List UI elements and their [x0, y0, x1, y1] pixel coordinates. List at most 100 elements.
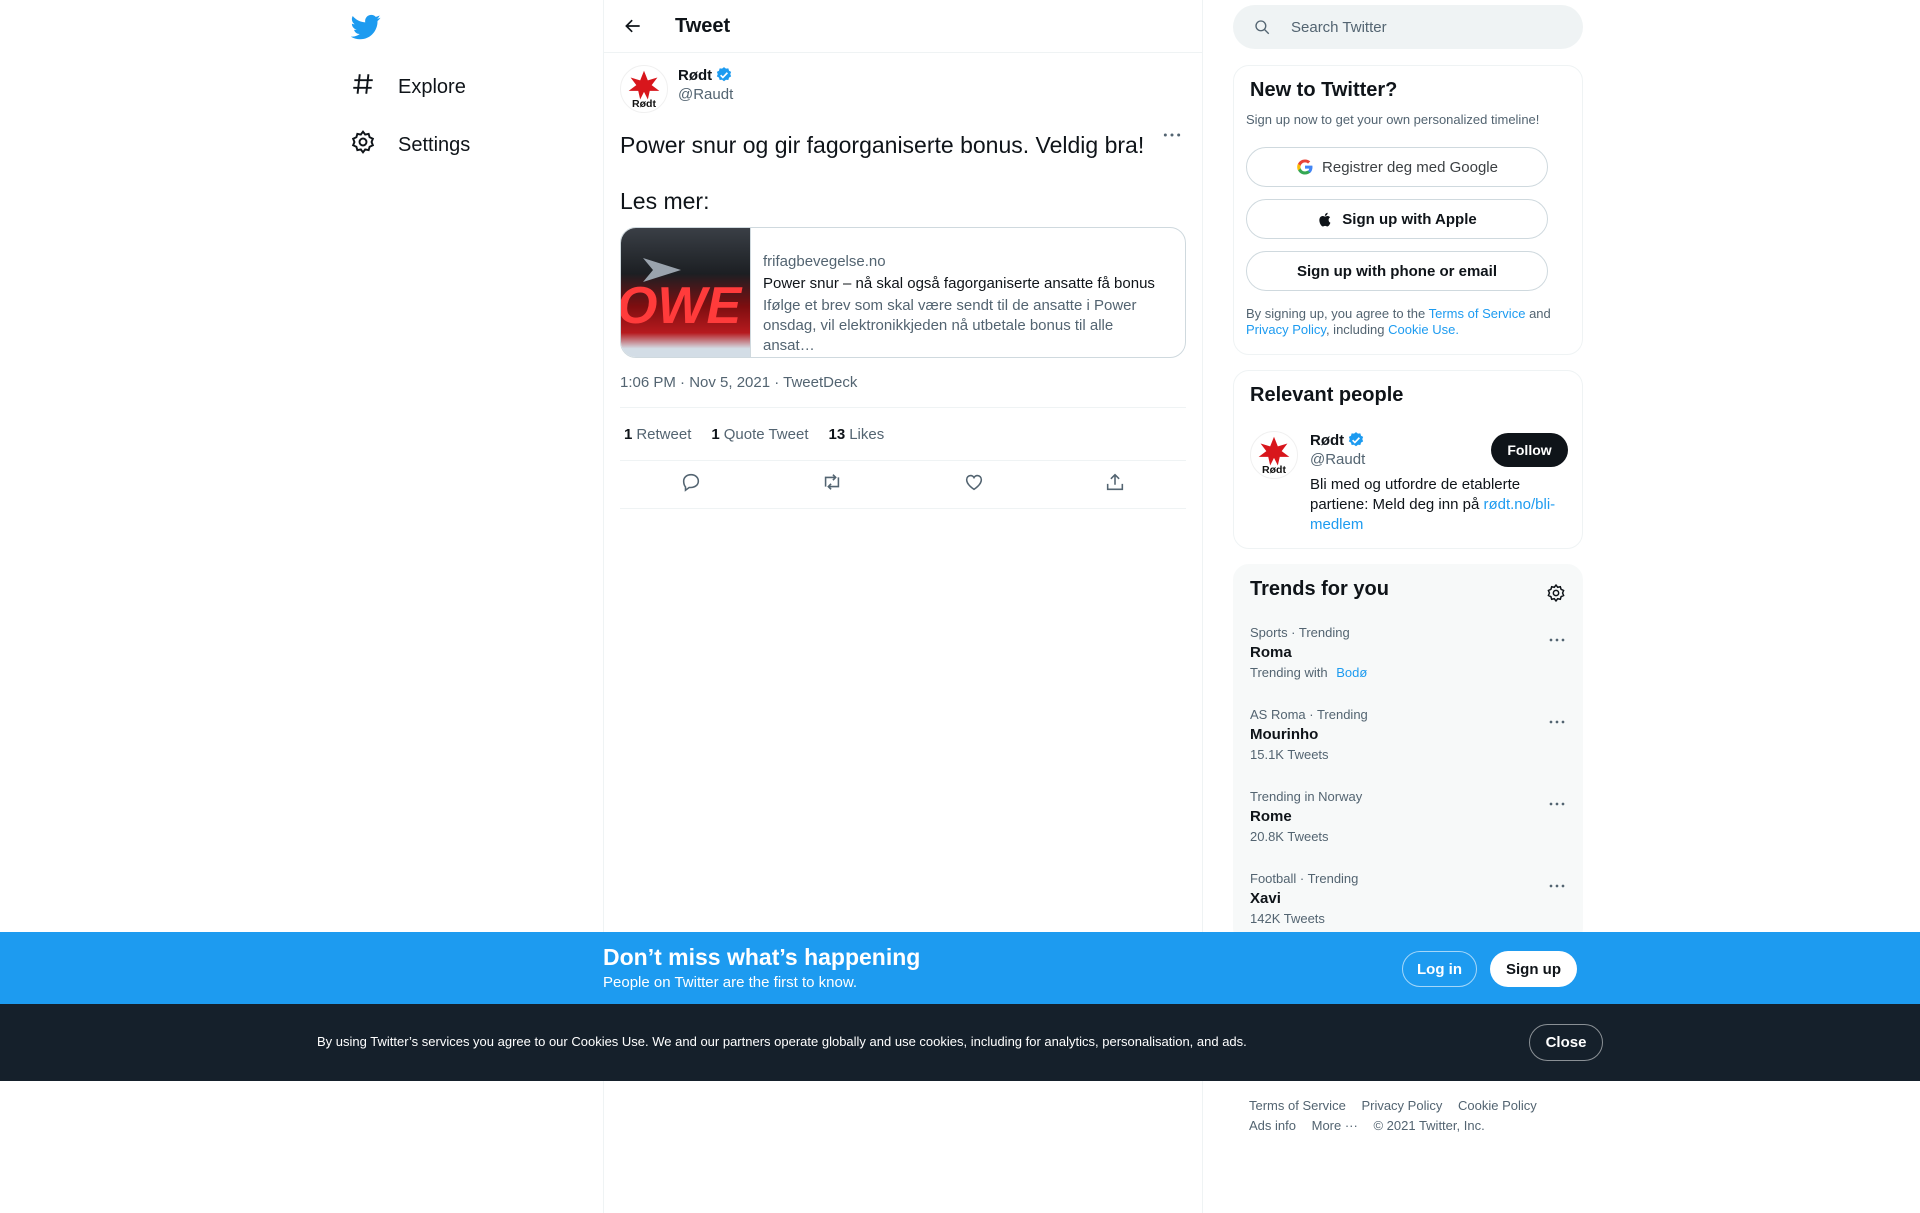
like-heart-icon[interactable] [963, 471, 985, 498]
search-icon [1255, 20, 1270, 35]
footer-links: Terms of Service Privacy Policy Cookie P… [1249, 1096, 1579, 1136]
legal-and: and [1529, 306, 1551, 321]
search-bar[interactable] [1233, 5, 1583, 49]
trends-settings-gear-icon[interactable] [1546, 583, 1566, 603]
footer-cookie-link[interactable]: Cookie Policy [1458, 1098, 1537, 1113]
quotes-count: 1 [711, 425, 720, 443]
quotes-stat[interactable]: 1 Quote Tweet [711, 426, 808, 443]
hashtag-icon [350, 71, 376, 103]
person-bio: Bli med og utfordre de etablerte partien… [1310, 475, 1568, 535]
author-name[interactable]: Rødt [678, 66, 733, 84]
likes-count: 13 [828, 425, 846, 443]
author-handle[interactable]: @Raudt [678, 86, 733, 103]
email-signup-button[interactable]: Sign up with phone or email [1246, 251, 1548, 291]
tweet-author: Rødt Rødt @Raudt [620, 65, 1186, 115]
new-to-twitter-box: New to Twitter? Sign up now to get your … [1233, 65, 1583, 355]
search-input[interactable] [1291, 18, 1490, 36]
cookie-consent-text: By using Twitter’s services you agree to… [317, 1034, 1247, 1049]
legal-including: , including [1325, 322, 1385, 337]
signup-legal-text: By signing up, you agree to the Terms of… [1246, 306, 1566, 338]
cookie-use-link[interactable]: Cookie Use. [1388, 322, 1459, 337]
card-image-text: OWE [621, 277, 743, 335]
email-signup-label: Sign up with phone or email [1296, 262, 1497, 280]
person-handle: @Raudt [1310, 451, 1366, 468]
share-icon[interactable] [1104, 471, 1126, 498]
new-to-twitter-subtitle: Sign up now to get your own personalized… [1246, 112, 1540, 127]
trend-meta: AS Roma · Trending [1250, 707, 1368, 722]
banner-title: Don’t miss what’s happening [603, 944, 921, 970]
signup-button[interactable]: Sign up [1490, 951, 1577, 987]
more-options-icon[interactable] [1548, 794, 1568, 806]
avatar-logo-text: Rødt [632, 98, 656, 110]
cookie-close-button[interactable]: Close [1529, 1024, 1603, 1061]
trend-meta: Football · Trending [1250, 871, 1359, 886]
retweet-icon[interactable] [821, 471, 843, 498]
tweet: Rødt Rødt @Raudt Power snur og gir fagor… [604, 53, 1202, 509]
google-signup-button[interactable]: Registrer deg med Google [1246, 147, 1548, 187]
tweet-stats: 1 Retweet 1 Quote Tweet 13 Likes [620, 408, 1186, 461]
person-name-text: Rødt [1310, 431, 1345, 449]
more-options-icon[interactable] [1548, 712, 1568, 724]
more-options-icon[interactable] [1548, 630, 1568, 642]
relevant-people-title: Relevant people [1250, 384, 1404, 406]
retweets-label: Retweet [636, 425, 692, 443]
link-card-image: OWE [621, 228, 751, 357]
footer-privacy-link[interactable]: Privacy Policy [1361, 1098, 1442, 1113]
reply-icon[interactable] [680, 471, 702, 498]
trend-item[interactable]: Trending in Norway Rome 20.8K Tweets [1250, 789, 1568, 844]
nav-explore[interactable]: Explore [350, 63, 466, 111]
follow-button[interactable]: Follow [1491, 433, 1568, 467]
likes-stat[interactable]: 13 Likes [829, 426, 885, 443]
new-to-twitter-title: New to Twitter? [1250, 79, 1398, 101]
apple-signup-label: Sign up with Apple [1342, 210, 1477, 228]
quotes-label: Quote Tweet [723, 425, 809, 443]
trend-item[interactable]: AS Roma · Trending Mourinho 15.1K Tweets [1250, 707, 1568, 762]
page-title: Tweet [675, 14, 731, 37]
trend-meta: Trending in Norway [1250, 789, 1363, 804]
back-arrow-icon[interactable] [616, 9, 650, 43]
google-signup-label: Registrer deg med Google [1322, 158, 1498, 176]
footer-terms-link[interactable]: Terms of Service [1249, 1098, 1346, 1113]
footer-more-link[interactable]: More ··· [1312, 1118, 1358, 1133]
nav-settings[interactable]: Settings [350, 121, 470, 169]
retweets-stat[interactable]: 1 Retweet [624, 426, 691, 443]
gear-icon [350, 129, 376, 161]
tweet-timestamp[interactable]: 1:06 PM · Nov 5, 2021 · TweetDeck [620, 374, 1186, 408]
card-title: Power snur – nå skal også fagorganiserte… [763, 275, 1155, 292]
trend-count-text: Trending with [1250, 665, 1328, 680]
footer-copyright: © 2021 Twitter, Inc. [1373, 1118, 1485, 1133]
tweet-text: Power snur og gir fagorganiserte bonus. … [620, 132, 1145, 214]
login-button[interactable]: Log in [1402, 951, 1477, 987]
link-card[interactable]: OWE frifagbevegelse.no Power snur – nå s… [620, 227, 1186, 358]
more-options-icon[interactable] [1162, 125, 1186, 137]
nav-settings-label: Settings [398, 133, 471, 156]
card-domain: frifagbevegelse.no [763, 253, 886, 270]
trend-name: Xavi [1250, 890, 1281, 907]
author-name-text: Rødt [678, 66, 713, 84]
footer-ads-link[interactable]: Ads info [1249, 1118, 1296, 1133]
relevant-people-box: Relevant people Rødt Rødt @Raudt Follow … [1233, 370, 1583, 549]
terms-link[interactable]: Terms of Service [1429, 306, 1526, 321]
trends-title: Trends for you [1250, 578, 1389, 600]
trend-count: 15.1K Tweets [1250, 747, 1329, 762]
trend-related-link[interactable]: Bodø [1336, 665, 1367, 680]
more-options-icon[interactable] [1548, 876, 1568, 888]
twitter-logo-icon[interactable] [350, 12, 381, 42]
apple-signup-button[interactable]: Sign up with Apple [1246, 199, 1548, 239]
legal-prefix: By signing up, you agree to the [1246, 306, 1426, 321]
card-description: Ifølge et brev som skal være sendt til d… [763, 297, 1137, 354]
trend-count: 142K Tweets [1250, 911, 1325, 926]
likes-label: Likes [849, 425, 885, 443]
trends-box: Trends for you Sports · Trending Roma Tr… [1233, 564, 1583, 944]
privacy-link[interactable]: Privacy Policy [1246, 322, 1326, 337]
verified-badge-icon [1349, 432, 1364, 447]
avatar[interactable]: Rødt [620, 65, 668, 113]
trend-meta: Sports · Trending [1250, 625, 1350, 640]
person-avatar[interactable]: Rødt [1250, 431, 1298, 479]
signup-banner: Don’t miss what’s happening People on Tw… [0, 932, 1920, 1004]
trend-item[interactable]: Sports · Trending Roma Trending with Bod… [1250, 625, 1568, 680]
trend-item[interactable]: Football · Trending Xavi 142K Tweets [1250, 871, 1568, 926]
nav-explore-label: Explore [398, 75, 466, 98]
person-name[interactable]: Rødt [1310, 431, 1365, 449]
banner-subtitle: People on Twitter are the first to know. [603, 974, 858, 991]
